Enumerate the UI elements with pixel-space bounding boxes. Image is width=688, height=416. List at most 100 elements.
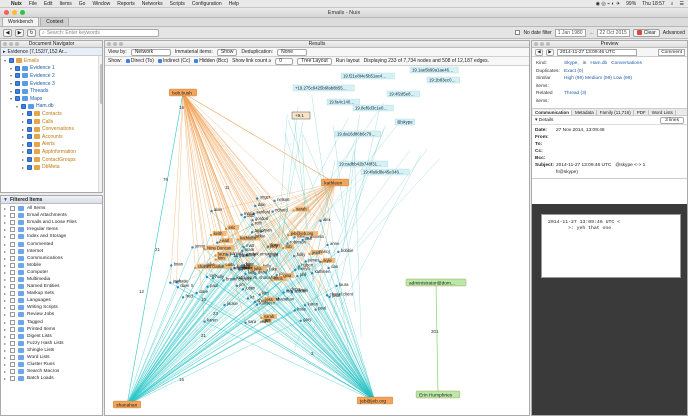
- checkbox-icon[interactable]: [10, 220, 15, 226]
- menu-networks[interactable]: Networks: [142, 1, 163, 7]
- previous-item-button[interactable]: ◀: [535, 48, 543, 56]
- disclosure-icon[interactable]: ▸: [4, 362, 7, 367]
- menu-list-icon[interactable]: ☰: [680, 1, 684, 7]
- checkbox-icon[interactable]: [10, 284, 15, 290]
- disclosure-icon[interactable]: ▾: [3, 58, 7, 63]
- filtered-item[interactable]: ▸ Search Macros: [1, 368, 102, 375]
- kind-link[interactable]: Skype,: [564, 60, 579, 68]
- checkbox-icon[interactable]: [10, 319, 15, 325]
- checkbox-icon[interactable]: [10, 347, 15, 353]
- checkbox-icon[interactable]: [10, 255, 15, 261]
- checkbox-icon[interactable]: [9, 58, 14, 64]
- disclosure-icon[interactable]: ▸: [4, 348, 7, 353]
- disclosure-icon[interactable]: ▸: [4, 291, 7, 296]
- disclosure-icon[interactable]: ▸: [21, 165, 25, 170]
- disclosure-icon[interactable]: ▸: [21, 142, 25, 147]
- tree-node[interactable]: ▸ DbMeta: [1, 163, 102, 171]
- disclosure-icon[interactable]: ▸: [4, 256, 7, 261]
- disclosure-icon[interactable]: ▸: [21, 149, 25, 154]
- disclosure-icon[interactable]: ▸: [4, 220, 7, 225]
- checkbox-icon[interactable]: [15, 88, 20, 94]
- disclosure-icon[interactable]: ▸: [4, 263, 7, 268]
- filtered-item[interactable]: ▸ Digest Lists: [1, 333, 102, 340]
- dedup-select[interactable]: None: [277, 48, 308, 56]
- filtered-item[interactable]: ▸ Irregular Items: [1, 226, 102, 233]
- kind-in-link[interactable]: Ham.db: [590, 60, 607, 68]
- checkbox-icon[interactable]: [10, 248, 15, 254]
- tree-node[interactable]: ▸ Calls: [1, 118, 102, 126]
- direct-checkbox[interactable]: Direct (To): [125, 58, 154, 64]
- clock[interactable]: Thu 18:57: [642, 1, 665, 7]
- indirect-checkbox[interactable]: Indirect (Cc): [157, 58, 190, 64]
- next-item-button[interactable]: ▶: [546, 48, 554, 56]
- checkbox-icon[interactable]: [10, 227, 15, 233]
- filtered-item[interactable]: ▸ Languages: [1, 297, 102, 304]
- tree-node[interactable]: ▸ ContactGroups: [1, 156, 102, 164]
- checkbox-icon[interactable]: [27, 134, 32, 140]
- checkbox-icon[interactable]: [10, 234, 15, 240]
- menu-go[interactable]: Go: [79, 1, 86, 7]
- search-input[interactable]: ⌕ Search: Enter keywords: [39, 28, 159, 37]
- run-layout-button[interactable]: Run layout: [336, 58, 360, 64]
- preview-tab[interactable]: PDF: [635, 109, 649, 115]
- checkbox-icon[interactable]: [10, 312, 15, 318]
- disclosure-icon[interactable]: ▸: [21, 119, 25, 124]
- tree-node[interactable]: ▾ Evidence 3: [1, 80, 102, 88]
- menu-reports[interactable]: Reports: [117, 1, 135, 7]
- tree-node[interactable]: ▸ AppInformation: [1, 148, 102, 156]
- filtered-item[interactable]: ▸ Review Jobs: [1, 311, 102, 318]
- disclosure-icon[interactable]: ▸: [4, 355, 7, 360]
- disclosure-icon[interactable]: ▸: [4, 327, 7, 332]
- checkbox-icon[interactable]: [10, 298, 15, 304]
- disclosure-icon[interactable]: ▸: [4, 227, 7, 232]
- disclosure-icon[interactable]: ▸: [4, 277, 7, 282]
- checkbox-icon[interactable]: [15, 96, 20, 102]
- date-from-field[interactable]: 1 Jan 1980: [554, 28, 586, 37]
- disclosure-icon[interactable]: ▾: [9, 89, 13, 94]
- close-window-icon[interactable]: [4, 10, 9, 15]
- checkbox-icon[interactable]: [10, 326, 15, 332]
- preview-tab[interactable]: Communication: [533, 109, 573, 115]
- view-by-select[interactable]: Network: [130, 48, 171, 56]
- checkbox-icon[interactable]: [10, 305, 15, 311]
- checkbox-icon[interactable]: [10, 355, 15, 361]
- checkbox-icon[interactable]: [10, 262, 15, 268]
- preview-tab[interactable]: Family (11,716): [598, 109, 634, 115]
- filtered-item[interactable]: ▸ Named Entities: [1, 283, 102, 290]
- details-lines-select[interactable]: 3 lines: [660, 116, 684, 124]
- disclosure-icon[interactable]: ▾: [15, 104, 19, 109]
- checkbox-icon[interactable]: [10, 291, 15, 297]
- filtered-item[interactable]: ▸ Communications: [1, 255, 102, 262]
- disclosure-icon[interactable]: ▸: [4, 305, 7, 310]
- disclosure-icon[interactable]: ▸: [4, 320, 7, 325]
- preview-tab[interactable]: Word Lists: [650, 109, 676, 115]
- evidence-selector[interactable]: ▸ Evidence (7,152/7,152 Ar...: [1, 48, 102, 56]
- filtered-item[interactable]: ▸ Computer: [1, 269, 102, 276]
- tab-workbench[interactable]: Workbench: [2, 17, 40, 26]
- checkbox-icon[interactable]: [10, 213, 15, 219]
- disclosure-icon[interactable]: ▾: [9, 66, 13, 71]
- date-to-field[interactable]: 22 Oct 2015: [596, 28, 630, 37]
- tab-context[interactable]: Context: [40, 17, 70, 26]
- disclosure-icon[interactable]: ▸: [4, 334, 7, 339]
- filtered-item[interactable]: ▸ Emails and Loose Files: [1, 219, 102, 226]
- checkbox-icon[interactable]: [10, 369, 15, 375]
- checkbox-icon[interactable]: [21, 103, 26, 109]
- disclosure-icon[interactable]: ▾: [9, 81, 13, 86]
- similar-links[interactable]: High (99) Medium (99) Low (99): [564, 75, 632, 90]
- checkbox-icon[interactable]: [10, 333, 15, 339]
- details-toggle[interactable]: ▾ Details: [535, 118, 553, 123]
- minimize-window-icon[interactable]: [12, 10, 17, 15]
- navigator-scrollbar[interactable]: [98, 56, 102, 192]
- battery-text[interactable]: 99%: [626, 1, 636, 7]
- date-filter-checkbox[interactable]: [515, 30, 521, 35]
- checkbox-icon[interactable]: [27, 119, 32, 125]
- disclosure-icon[interactable]: ▸: [4, 206, 7, 211]
- disclosure-icon[interactable]: ▸: [4, 270, 7, 275]
- menu-edit[interactable]: Edit: [44, 1, 53, 7]
- disclosure-icon[interactable]: ▸: [4, 312, 7, 317]
- disclosure-icon[interactable]: ▸: [21, 157, 25, 162]
- checkbox-icon[interactable]: [10, 269, 15, 275]
- checkbox-icon[interactable]: [15, 65, 20, 71]
- checkbox-icon[interactable]: [10, 362, 15, 368]
